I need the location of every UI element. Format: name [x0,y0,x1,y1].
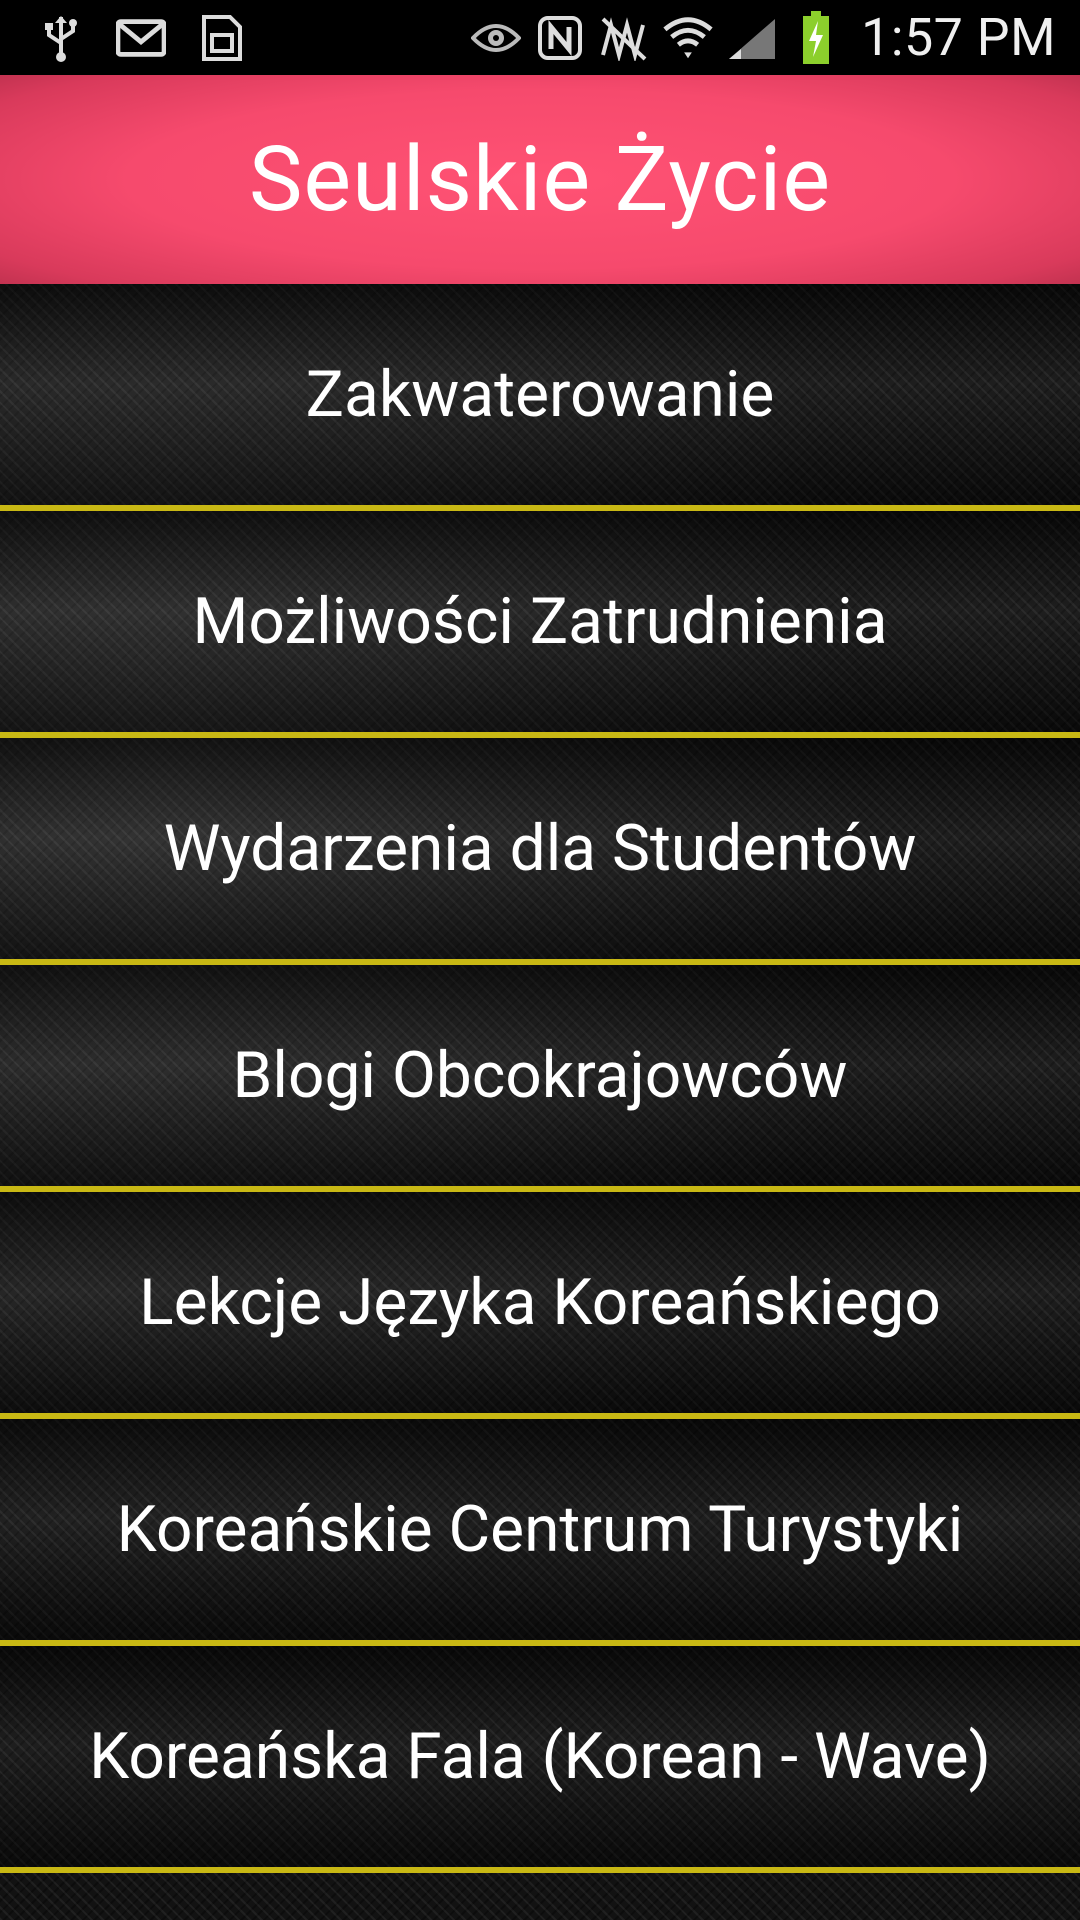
app-screen: 1:57 PM Seulskie Życie Zakwaterowanie Mo… [0,0,1080,1920]
battery-charging-icon [791,10,841,64]
status-bar: 1:57 PM [0,0,1080,75]
sd-card-icon [196,13,246,63]
menu-item-korean-wave[interactable]: Koreańska Fala (Korean - Wave) [0,1646,1080,1867]
app-title: Seulskie Życie [248,127,832,232]
menu-item-label: Koreańskie Centrum Turystyki [116,1492,964,1567]
app-header: Seulskie Życie [0,75,1080,284]
menu-item-label: Blogi Obcokrajowców [232,1038,848,1113]
menu-item-employment[interactable]: Możliwości Zatrudnienia [0,511,1080,732]
menu-item-tourism-center[interactable]: Koreańskie Centrum Turystyki [0,1419,1080,1640]
status-bar-right: 1:57 PM [471,0,1056,75]
menu-item-label: Koreańska Fala (Korean - Wave) [89,1719,991,1794]
menu-divider [0,1867,1080,1873]
menu-item-label: Możliwości Zatrudnienia [192,584,888,659]
nfc-icon [535,13,585,63]
main-menu: Zakwaterowanie Możliwości Zatrudnienia W… [0,284,1080,1920]
menu-item-label: Wydarzenia dla Studentów [163,811,917,886]
menu-item-korean-lessons[interactable]: Lekcje Języka Koreańskiego [0,1192,1080,1413]
menu-item-student-events[interactable]: Wydarzenia dla Studentów [0,738,1080,959]
mute-icon [599,13,649,63]
usb-icon [36,13,86,63]
wifi-icon [663,13,713,63]
status-bar-left [36,0,246,75]
gmail-icon [116,13,166,63]
status-time: 1:57 PM [861,7,1056,68]
menu-item-accommodation[interactable]: Zakwaterowanie [0,284,1080,505]
menu-item-label: Zakwaterowanie [305,357,775,432]
menu-item-label: Lekcje Języka Koreańskiego [139,1265,941,1340]
signal-icon [727,13,777,63]
menu-item-foreigner-blogs[interactable]: Blogi Obcokrajowców [0,965,1080,1186]
eye-icon [471,13,522,63]
